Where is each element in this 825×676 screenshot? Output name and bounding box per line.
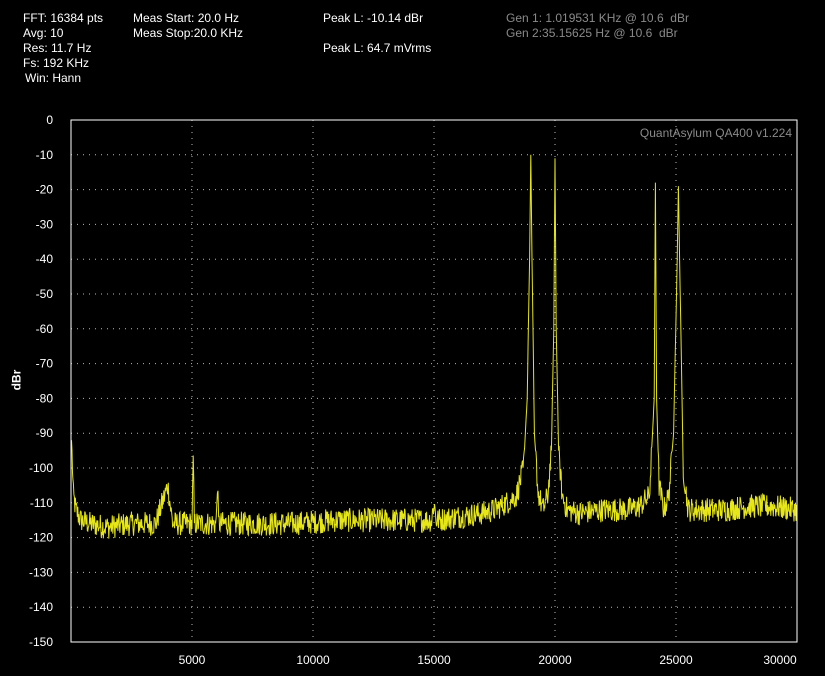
- x-tick-label: 10000: [296, 653, 330, 667]
- y-tick-label: -150: [29, 635, 53, 649]
- watermark: QuantAsylum QA400 v1.224: [639, 126, 792, 140]
- y-tick-label: -100: [29, 461, 53, 475]
- spectrum-trace: [71, 154, 798, 539]
- x-tick-label: 15000: [417, 653, 451, 667]
- y-tick-label: -90: [36, 426, 54, 440]
- x-tick-label: 5000: [179, 653, 206, 667]
- spectrum-plot[interactable]: 0 -10 -20 -30 -40 -50 -60 -70 -80 -90 -100 -110 -120…: [0, 0, 825, 676]
- y-tick-label: -20: [36, 183, 54, 197]
- y-tick-label: -70: [36, 357, 54, 371]
- y-tick-label: -120: [29, 531, 53, 545]
- grid-lines: [71, 120, 797, 642]
- x-tick-label: 25000: [659, 653, 693, 667]
- y-tick-labels: 0 -10 -20 -30 -40 -50 -60 -70 -80 -90 -100 -110 -120…: [29, 113, 53, 649]
- y-tick-label: 0: [46, 113, 53, 127]
- x-tick-label: 20000: [538, 653, 572, 667]
- y-tick-label: -140: [29, 600, 53, 614]
- y-tick-label: -130: [29, 565, 53, 579]
- y-tick-label: -110: [30, 496, 53, 510]
- y-tick-label: -80: [36, 391, 54, 405]
- y-tick-label: -40: [36, 252, 54, 266]
- y-tick-label: -50: [36, 287, 54, 301]
- x-tick-label: 30000: [763, 653, 797, 667]
- y-axis-label: dBr: [9, 369, 24, 391]
- y-tick-label: -60: [36, 322, 54, 336]
- y-tick-label: -10: [36, 148, 54, 162]
- y-tick-label: -30: [36, 217, 54, 231]
- x-tick-labels: 5000 10000 15000 20000 25000 30000: [179, 653, 797, 667]
